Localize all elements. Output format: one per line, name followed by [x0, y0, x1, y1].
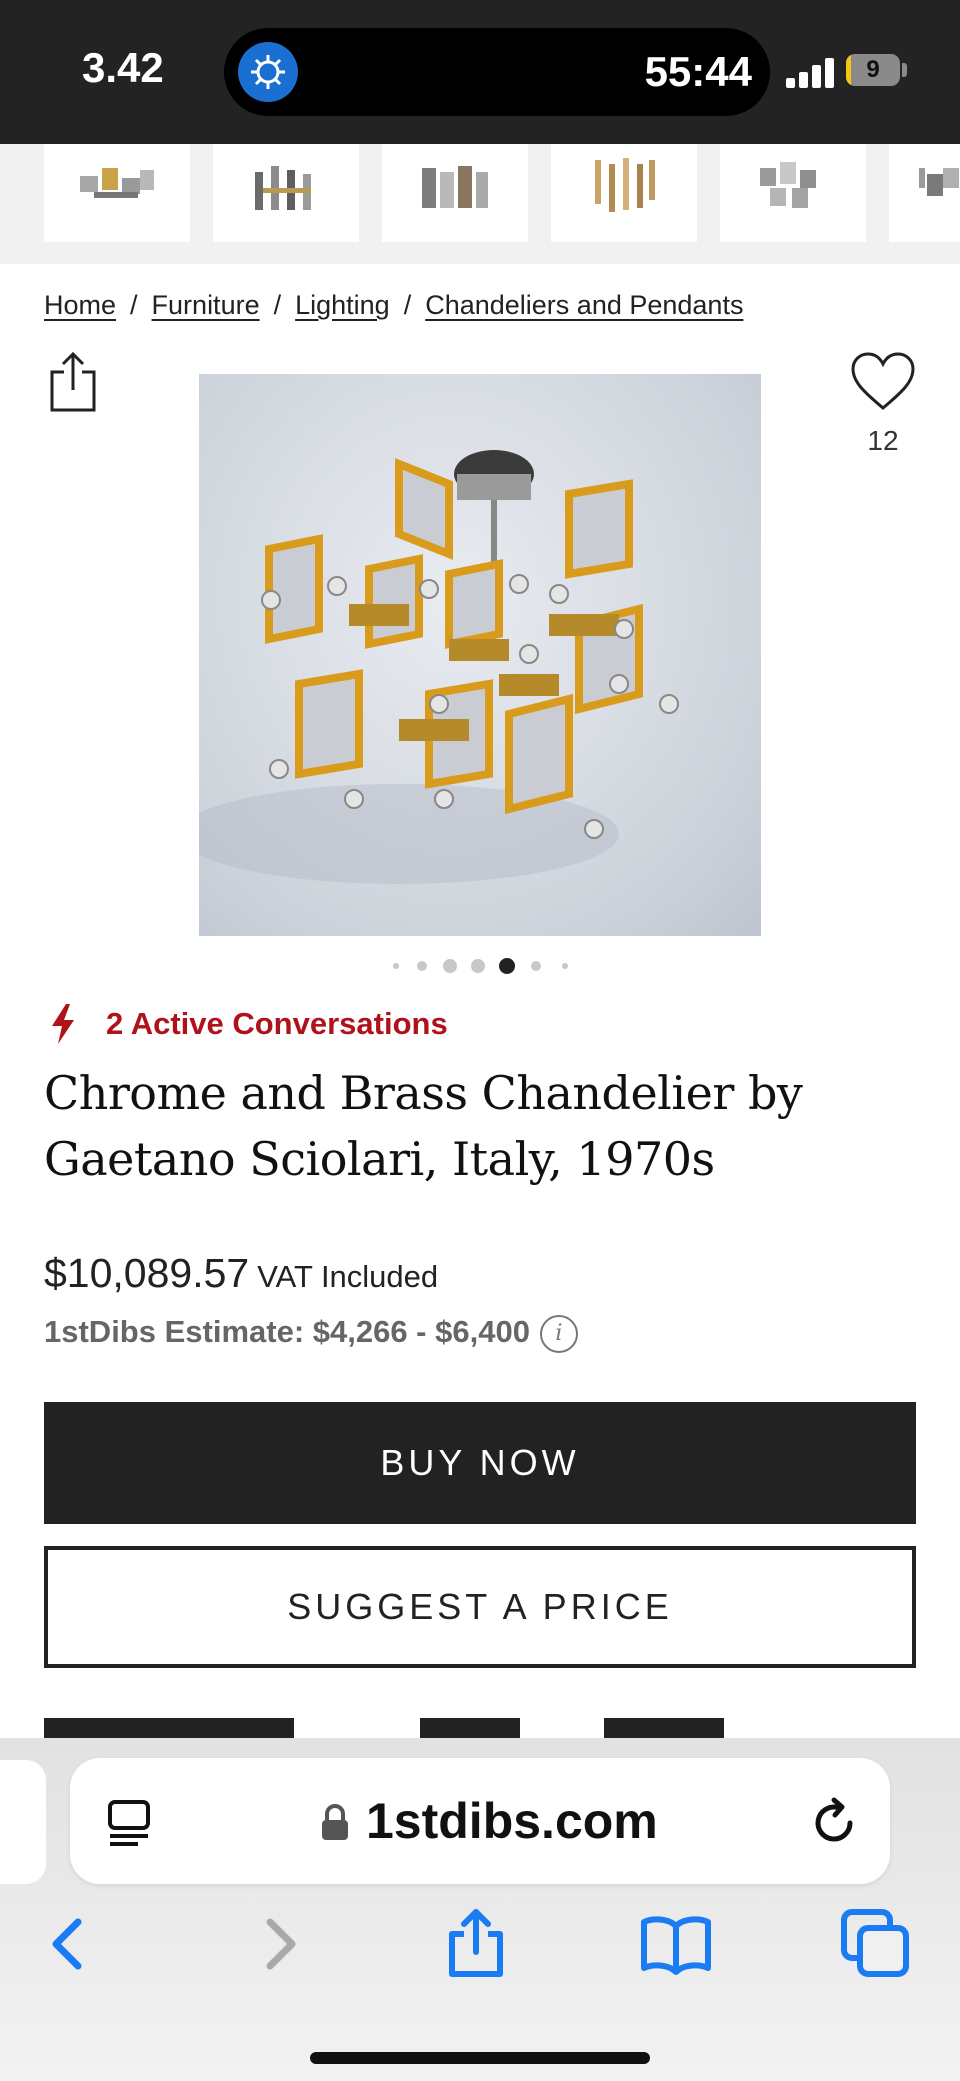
active-conversations-label: 2 Active Conversations — [106, 1006, 448, 1041]
battery-icon: 9 — [846, 54, 900, 86]
image-pagination[interactable] — [0, 958, 960, 974]
home-indicator[interactable] — [310, 2052, 650, 2064]
chandelier-thumbnail-image — [80, 168, 154, 198]
chandelier-thumbnail-image — [595, 158, 655, 212]
breadcrumb-lighting[interactable]: Lighting — [295, 290, 390, 320]
cellular-signal-icon — [786, 56, 836, 88]
estimate-text: 1stDibs Estimate: $4,266 - $6,400 — [44, 1314, 530, 1349]
pagination-dot[interactable] — [562, 963, 568, 969]
breadcrumb: Home / Furniture / Lighting / Chandeliers and … — [44, 290, 743, 321]
vat-note: VAT Included — [257, 1259, 439, 1294]
pagination-dot[interactable] — [471, 959, 485, 973]
island-timer: 55:44 — [644, 48, 752, 95]
breadcrumb-furniture[interactable]: Furniture — [152, 290, 260, 320]
address-bar[interactable]: 1stdibs.com — [70, 1758, 890, 1884]
lightning-icon — [52, 1004, 74, 1044]
chandelier-image — [199, 450, 679, 884]
pagination-dot[interactable] — [393, 963, 399, 969]
back-icon[interactable] — [32, 1906, 108, 1982]
breadcrumb-home[interactable]: Home — [44, 290, 116, 320]
status-time: 3.42 — [82, 44, 164, 91]
favorite-count: 12 — [867, 425, 899, 456]
reload-icon[interactable] — [808, 1796, 862, 1850]
pagination-dot[interactable] — [443, 959, 457, 973]
info-icon[interactable]: i — [539, 1314, 578, 1353]
buy-now-button[interactable]: BUY NOW — [44, 1402, 916, 1524]
product-price: $10,089.57 — [44, 1250, 250, 1296]
thumbnail[interactable] — [213, 144, 359, 242]
thumbnail[interactable] — [889, 144, 960, 242]
forward-icon[interactable] — [240, 1906, 316, 1982]
clipped-tabs-text — [44, 1718, 924, 1738]
heart-icon[interactable] — [850, 352, 916, 412]
chandelier-thumbnail-image — [760, 162, 816, 208]
share-icon[interactable] — [438, 1906, 514, 1982]
thumbnail[interactable] — [551, 144, 697, 242]
product-title: Chrome and Brass Chandelier by Gaetano S… — [44, 1066, 803, 1186]
lock-icon — [322, 1804, 348, 1840]
bookmarks-icon[interactable] — [638, 1906, 714, 1982]
url-text[interactable]: 1stdibs.com — [366, 1792, 658, 1850]
thumbnail[interactable] — [44, 144, 190, 242]
chandelier-thumbnail-image — [422, 166, 488, 208]
tabs-icon[interactable] — [838, 1906, 914, 1982]
battery-level: 9 — [866, 56, 880, 83]
pagination-dot[interactable] — [531, 961, 541, 971]
product-image[interactable] — [199, 374, 761, 936]
thumbnail-strip[interactable] — [0, 144, 960, 264]
chandelier-thumbnail-image — [255, 166, 311, 210]
dynamic-island[interactable]: 55:44 — [224, 28, 770, 116]
breadcrumb-separator: / — [130, 290, 138, 320]
reader-icon[interactable] — [104, 1798, 154, 1848]
breadcrumb-separator: / — [273, 290, 282, 320]
thumbnail[interactable] — [720, 144, 866, 242]
status-bar: 3.42 55:44 9 — [0, 0, 960, 144]
thumbnail[interactable] — [382, 144, 528, 242]
breadcrumb-chandeliers[interactable]: Chandeliers and Pendants — [425, 290, 743, 320]
breadcrumb-separator: / — [403, 290, 412, 320]
activity-icon — [238, 42, 298, 102]
previous-tab-peek[interactable] — [0, 1760, 46, 1884]
browser-toolbar: 1stdibs.com — [0, 1738, 960, 2081]
battery-tip — [902, 63, 907, 77]
pagination-dot-active[interactable] — [499, 958, 515, 974]
share-icon[interactable] — [48, 350, 98, 414]
suggest-price-button[interactable]: SUGGEST A PRICE — [44, 1546, 916, 1668]
price-estimate: 1stDibs Estimate: $4,266 - $6,400 i — [44, 1314, 578, 1353]
pagination-dot[interactable] — [417, 961, 427, 971]
chandelier-thumbnail-image — [919, 168, 959, 196]
price-row: $10,089.57 VAT Included — [44, 1250, 438, 1297]
